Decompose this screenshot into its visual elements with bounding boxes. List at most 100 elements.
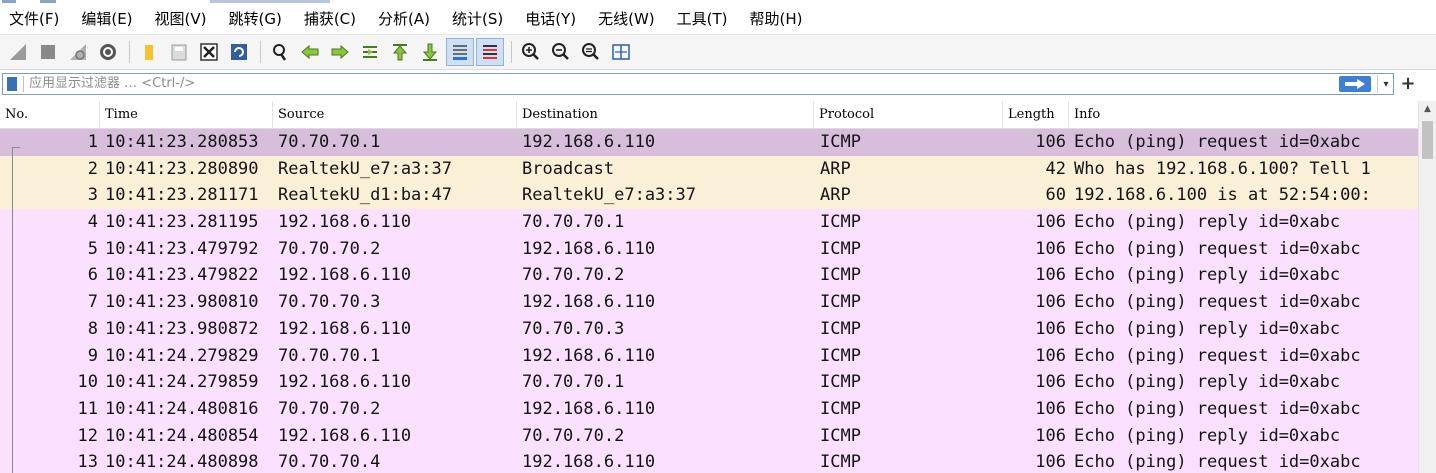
packet-row[interactable]: 13 10:41:24.480898 70.70.70.4 192.168.6.110… xyxy=(0,449,1418,473)
app-icon xyxy=(2,0,16,3)
display-filter-input[interactable]: 应用显示过滤器 … <Ctrl-/> ▾ xyxy=(2,73,1394,95)
packet-info: Echo (ping) request id=0xabc xyxy=(1074,398,1361,419)
packet-row[interactable]: 4 10:41:23.281195 192.168.6.110 70.70.70.1 I… xyxy=(0,209,1418,236)
packet-protocol: ICMP xyxy=(820,265,861,286)
zoom-normal-icon[interactable] xyxy=(577,38,605,66)
column-source[interactable]: Source xyxy=(273,101,517,128)
menu-wireless[interactable]: 无线(W) xyxy=(587,4,666,34)
related-packet-marker xyxy=(12,147,20,148)
bookmark-icon[interactable] xyxy=(7,77,17,91)
packet-list[interactable]: No. Time Source Destination Protocol Len… xyxy=(0,101,1418,473)
packet-number: 8 xyxy=(87,318,98,339)
column-info[interactable]: Info xyxy=(1069,101,1418,128)
packet-time: 10:41:23.479822 xyxy=(105,265,259,286)
add-filter-button[interactable]: + xyxy=(1398,71,1418,97)
packet-row[interactable]: 7 10:41:23.980810 70.70.70.3 192.168.6.110 I… xyxy=(0,289,1418,316)
packet-row[interactable]: 9 10:41:24.279829 70.70.70.1 192.168.6.110 I… xyxy=(0,342,1418,370)
apply-filter-button[interactable] xyxy=(1339,76,1371,92)
packet-protocol: ARP xyxy=(820,158,851,179)
column-length[interactable]: Length xyxy=(1003,101,1069,128)
toolbar-separator xyxy=(129,41,130,63)
reload-file-icon[interactable] xyxy=(225,38,253,66)
menu-view[interactable]: 视图(V) xyxy=(144,4,218,34)
packet-destination: RealtekU_e7:a3:37 xyxy=(522,185,696,206)
resize-columns-icon[interactable] xyxy=(607,38,635,66)
menu-file[interactable]: 文件(F) xyxy=(0,4,70,34)
menu-tools[interactable]: 工具(T) xyxy=(666,4,739,34)
go-back-icon[interactable] xyxy=(296,38,324,66)
autoscroll-icon[interactable] xyxy=(446,38,474,66)
packet-length: 106 xyxy=(1035,132,1066,152)
packet-row[interactable]: 10 10:41:24.279859 192.168.6.110 70.70.70.1… xyxy=(0,369,1418,396)
scroll-thumb[interactable] xyxy=(1422,121,1433,159)
packet-source: 192.168.6.110 xyxy=(278,212,412,233)
packet-time: 10:41:23.281171 xyxy=(105,185,259,206)
zoom-out-icon[interactable] xyxy=(547,38,575,66)
packet-row[interactable]: 5 10:41:23.479792 70.70.70.2 192.168.6.110 I… xyxy=(0,235,1418,263)
packet-number: 3 xyxy=(87,185,98,206)
packet-source: 70.70.70.4 xyxy=(278,452,381,473)
menu-edit[interactable]: 编辑(E) xyxy=(70,4,143,34)
zoom-in-icon[interactable] xyxy=(517,38,545,66)
menu-help[interactable]: 帮助(H) xyxy=(739,4,814,34)
open-file-icon[interactable] xyxy=(135,38,163,66)
start-capture-icon[interactable] xyxy=(4,38,32,66)
packet-row[interactable]: 11 10:41:24.480816 70.70.70.2 192.168.6.110… xyxy=(0,395,1418,423)
packet-time: 10:41:24.279829 xyxy=(105,345,259,366)
scroll-up-icon[interactable]: ▲ xyxy=(1419,101,1436,117)
restart-capture-icon[interactable] xyxy=(64,38,92,66)
save-file-icon[interactable] xyxy=(165,38,193,66)
colorize-icon[interactable] xyxy=(476,38,504,66)
packet-destination: 192.168.6.110 xyxy=(522,398,656,419)
menu-analyze[interactable]: 分析(A) xyxy=(367,4,441,34)
packet-destination: 192.168.6.110 xyxy=(522,132,656,152)
packet-number: 13 xyxy=(77,452,98,473)
packet-row[interactable]: 1 10:41:23.280853 70.70.70.1 192.168.6.110 I… xyxy=(0,129,1418,156)
column-time[interactable]: Time xyxy=(100,101,273,128)
column-no[interactable]: No. xyxy=(0,101,100,128)
vertical-scrollbar[interactable]: ▲ xyxy=(1418,101,1436,473)
chevron-down-icon: ▾ xyxy=(1383,78,1389,90)
filter-history-dropdown[interactable]: ▾ xyxy=(1377,75,1394,93)
packet-info: Echo (ping) request id=0xabc xyxy=(1074,238,1361,259)
packet-length: 106 xyxy=(1035,345,1066,366)
go-last-icon[interactable] xyxy=(416,38,444,66)
packet-row[interactable]: 6 10:41:23.479822 192.168.6.110 70.70.70.2 I… xyxy=(0,262,1418,290)
stop-capture-icon[interactable] xyxy=(34,38,62,66)
packet-row[interactable]: 2 10:41:23.280890 RealtekU_e7:a3:37 Broadca… xyxy=(0,155,1418,183)
filter-placeholder: 应用显示过滤器 … <Ctrl-/> xyxy=(29,76,196,91)
packet-destination: 70.70.70.2 xyxy=(522,425,625,446)
packet-length: 60 xyxy=(1045,185,1066,206)
menu-capture[interactable]: 捕获(C) xyxy=(293,4,367,34)
packet-source: 192.168.6.110 xyxy=(278,318,412,339)
capture-options-icon[interactable] xyxy=(94,38,122,66)
packet-length: 106 xyxy=(1035,318,1066,339)
column-destination[interactable]: Destination xyxy=(517,101,814,128)
packet-protocol: ICMP xyxy=(820,398,861,419)
find-packet-icon[interactable] xyxy=(266,38,294,66)
menu-statistics[interactable]: 统计(S) xyxy=(441,4,514,34)
packet-time: 10:41:23.980810 xyxy=(105,292,259,313)
packet-protocol: ICMP xyxy=(820,345,861,366)
packet-info: Echo (ping) reply id=0xabc xyxy=(1074,212,1341,233)
packet-destination: 70.70.70.2 xyxy=(522,265,625,286)
menu-telephony[interactable]: 电话(Y) xyxy=(514,4,587,34)
packet-source: RealtekU_e7:a3:37 xyxy=(278,158,452,179)
packet-row[interactable]: 3 10:41:23.281171 RealtekU_d1:ba:47 Realtek… xyxy=(0,182,1418,210)
related-packet-line xyxy=(12,148,13,473)
go-forward-icon[interactable] xyxy=(326,38,354,66)
packet-time: 10:41:23.280853 xyxy=(105,132,259,152)
menu-go[interactable]: 跳转(G) xyxy=(218,4,293,34)
packet-row[interactable]: 8 10:41:23.980872 192.168.6.110 70.70.70.3 I… xyxy=(0,315,1418,343)
column-protocol[interactable]: Protocol xyxy=(814,101,1003,128)
go-first-icon[interactable] xyxy=(386,38,414,66)
packet-row[interactable]: 12 10:41:24.480854 192.168.6.110 70.70.70.2… xyxy=(0,422,1418,450)
packet-source: RealtekU_d1:ba:47 xyxy=(278,185,452,206)
packet-time: 10:41:24.480854 xyxy=(105,425,259,446)
packet-length: 106 xyxy=(1035,265,1066,286)
close-file-icon[interactable] xyxy=(195,38,223,66)
packet-source: 70.70.70.1 xyxy=(278,345,381,366)
go-to-packet-icon[interactable] xyxy=(356,38,384,66)
packet-protocol: ICMP xyxy=(820,318,861,339)
packet-length: 106 xyxy=(1035,372,1066,393)
